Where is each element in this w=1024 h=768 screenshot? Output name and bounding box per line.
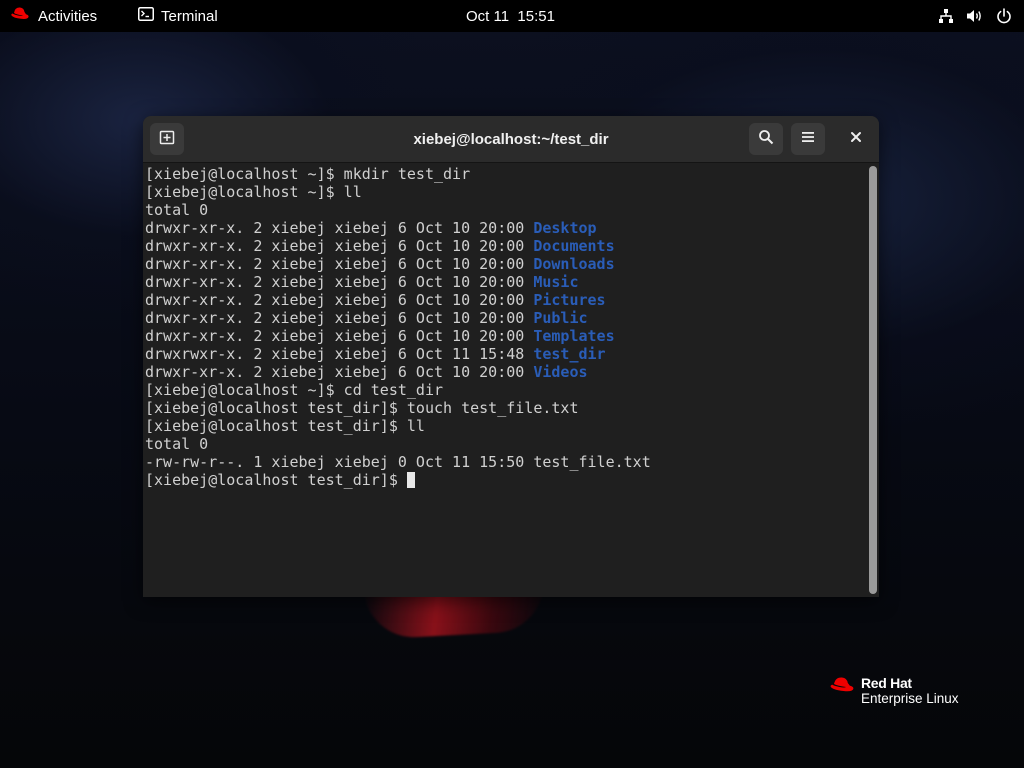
directory-name: test_dir (533, 345, 606, 363)
terminal-line: -rw-rw-r--. 1 xiebej xiebej 0 Oct 11 15:… (145, 453, 865, 471)
volume-icon (966, 8, 984, 24)
system-menu-button[interactable] (938, 0, 1012, 32)
terminal-line-text: drwxr-xr-x. 2 xiebej xiebej 6 Oct 10 20:… (145, 219, 534, 237)
product-name: Enterprise Linux (861, 691, 959, 706)
terminal-line: drwxr-xr-x. 2 xiebej xiebej 6 Oct 10 20:… (145, 309, 865, 327)
app-menu-button[interactable]: Terminal (138, 0, 218, 32)
network-icon (938, 8, 954, 24)
terminal-line-text: [xiebej@localhost test_dir]$ touch test_… (145, 399, 579, 417)
terminal-prompt: [xiebej@localhost test_dir]$ (145, 471, 407, 489)
close-icon (850, 130, 862, 148)
brand-name: Red Hat (861, 675, 912, 691)
terminal-line: total 0 (145, 435, 865, 453)
terminal-line-text: drwxr-xr-x. 2 xiebej xiebej 6 Oct 10 20:… (145, 309, 534, 327)
directory-name: Documents (533, 237, 615, 255)
directory-name: Desktop (533, 219, 597, 237)
app-menu-label: Terminal (161, 7, 218, 25)
terminal-app-icon (138, 7, 154, 25)
search-icon (758, 129, 774, 150)
terminal-line-text: total 0 (145, 201, 209, 219)
new-tab-button[interactable] (150, 123, 184, 155)
directory-name: Public (533, 309, 588, 327)
terminal-line: drwxr-xr-x. 2 xiebej xiebej 6 Oct 10 20:… (145, 237, 865, 255)
new-tab-icon (159, 129, 175, 150)
terminal-line-text: drwxr-xr-x. 2 xiebej xiebej 6 Oct 10 20:… (145, 273, 534, 291)
terminal-line-text: total 0 (145, 435, 209, 453)
terminal-window: xiebej@localhost:~/test_dir [xiebej@loca… (143, 116, 879, 597)
activities-button[interactable]: Activities (10, 0, 97, 32)
terminal-line: drwxr-xr-x. 2 xiebej xiebej 6 Oct 10 20:… (145, 273, 865, 291)
terminal-line-text: drwxr-xr-x. 2 xiebej xiebej 6 Oct 10 20:… (145, 237, 534, 255)
terminal-line: total 0 (145, 201, 865, 219)
terminal-line: drwxr-xr-x. 2 xiebej xiebej 6 Oct 10 20:… (145, 291, 865, 309)
terminal-line-text: -rw-rw-r--. 1 xiebej xiebej 0 Oct 11 15:… (145, 453, 651, 471)
top-bar: Activities Terminal Oct 11 15:51 (0, 0, 1024, 32)
terminal-line-text: drwxr-xr-x. 2 xiebej xiebej 6 Oct 10 20:… (145, 327, 534, 345)
redhat-hat-icon (829, 676, 855, 699)
terminal-line-text: [xiebej@localhost ~]$ cd test_dir (145, 381, 444, 399)
redhat-icon (10, 6, 30, 26)
terminal-line: drwxr-xr-x. 2 xiebej xiebej 6 Oct 10 20:… (145, 255, 865, 273)
terminal-line-text: drwxrwxr-x. 2 xiebej xiebej 6 Oct 11 15:… (145, 345, 534, 363)
terminal-line: [xiebej@localhost ~]$ cd test_dir (145, 381, 865, 399)
terminal-scrollbar[interactable] (869, 166, 877, 594)
terminal-line-text: drwxr-xr-x. 2 xiebej xiebej 6 Oct 10 20:… (145, 363, 534, 381)
terminal-line: [xiebej@localhost ~]$ mkdir test_dir (145, 165, 865, 183)
terminal-line: [xiebej@localhost test_dir]$ touch test_… (145, 399, 865, 417)
search-button[interactable] (749, 123, 783, 155)
terminal-line: [xiebej@localhost test_dir]$ ll (145, 417, 865, 435)
terminal-line: drwxr-xr-x. 2 xiebej xiebej 6 Oct 10 20:… (145, 363, 865, 381)
close-window-button[interactable] (839, 123, 873, 155)
redhat-logo: Red Hat Enterprise Linux (829, 676, 959, 706)
text-cursor (406, 472, 415, 488)
power-icon (996, 8, 1012, 24)
terminal-line: [xiebej@localhost ~]$ ll (145, 183, 865, 201)
directory-name: Templates (533, 327, 615, 345)
terminal-line-text: [xiebej@localhost test_dir]$ ll (145, 417, 425, 435)
terminal-line: drwxrwxr-x. 2 xiebej xiebej 6 Oct 11 15:… (145, 345, 865, 363)
hamburger-menu-icon (801, 130, 815, 149)
main-menu-button[interactable] (791, 123, 825, 155)
terminal-line-text: drwxr-xr-x. 2 xiebej xiebej 6 Oct 10 20:… (145, 291, 534, 309)
directory-name: Downloads (533, 255, 615, 273)
terminal-prompt-line[interactable]: [xiebej@localhost test_dir]$ (145, 471, 865, 489)
terminal-line: drwxr-xr-x. 2 xiebej xiebej 6 Oct 10 20:… (145, 219, 865, 237)
directory-name: Videos (533, 363, 588, 381)
clock-button[interactable]: Oct 11 15:51 (466, 0, 555, 32)
terminal-line: drwxr-xr-x. 2 xiebej xiebej 6 Oct 10 20:… (145, 327, 865, 345)
scrollbar-thumb[interactable] (869, 166, 877, 594)
directory-name: Music (533, 273, 579, 291)
window-headerbar[interactable]: xiebej@localhost:~/test_dir (143, 116, 879, 163)
terminal-output[interactable]: [xiebej@localhost ~]$ mkdir test_dir [xie… (143, 163, 865, 597)
terminal-line-text: [xiebej@localhost ~]$ mkdir test_dir (145, 165, 471, 183)
directory-name: Pictures (533, 291, 606, 309)
activities-label: Activities (38, 7, 98, 25)
terminal-line-text: [xiebej@localhost ~]$ ll (145, 183, 362, 201)
terminal-line-text: drwxr-xr-x. 2 xiebej xiebej 6 Oct 10 20:… (145, 255, 534, 273)
